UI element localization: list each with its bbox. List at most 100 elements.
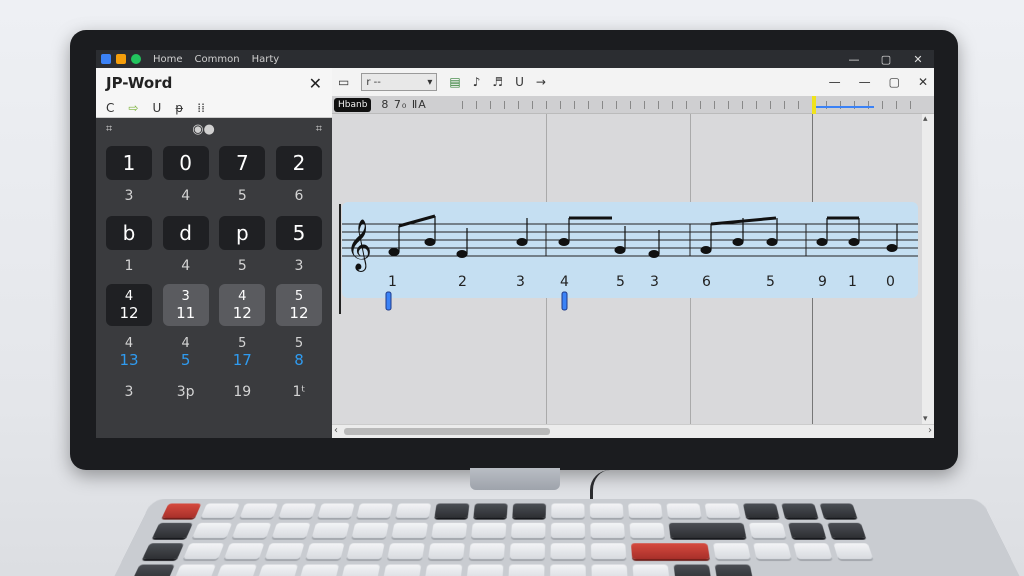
vertical-scrollbar[interactable]: ▴ ▾ (922, 114, 934, 424)
close-button[interactable]: ✕ (902, 53, 934, 66)
forward-icon[interactable]: ⇨ (128, 101, 138, 115)
pad-button[interactable]: p (219, 216, 266, 250)
fraction-top: 4 (124, 336, 134, 351)
cursor-marker[interactable] (385, 291, 392, 311)
key (305, 543, 345, 560)
key (356, 503, 393, 518)
toggle-icon[interactable]: ◉● (192, 122, 215, 137)
fraction-button-row: 4 12 3 11 4 12 5 12 (104, 284, 324, 326)
cursor-marker[interactable] (561, 291, 568, 311)
grid-icon[interactable]: ⁞⁞ (197, 101, 205, 115)
editor-close-button[interactable]: ✕ (918, 75, 928, 89)
panel-close-button[interactable]: ✕ (309, 74, 322, 93)
key (629, 522, 665, 539)
menu-home[interactable]: Home (153, 54, 183, 65)
pad-button[interactable]: 2 (275, 146, 322, 180)
fraction-label: 4 13 (106, 336, 152, 368)
key (257, 564, 299, 576)
scroll-thumb[interactable] (344, 428, 550, 435)
key (192, 522, 233, 539)
pad-label: 19 (233, 384, 252, 400)
key (668, 522, 747, 539)
keyboard (110, 498, 1024, 576)
pad-button[interactable]: d (162, 216, 209, 250)
key (551, 503, 585, 518)
pad-button[interactable]: 0 (162, 146, 209, 180)
fraction-label: 4 5 (163, 336, 209, 368)
staff-number: 5 (616, 274, 625, 290)
key (424, 564, 463, 576)
scroll-up-icon[interactable]: ▴ (923, 114, 928, 124)
staff-number: 1 (848, 274, 857, 290)
key (278, 503, 317, 518)
fraction-label-row: 4 13 4 5 5 17 5 8 (104, 336, 324, 368)
key (200, 503, 240, 518)
keyboard-row (161, 503, 858, 518)
pad-label: 4 (181, 258, 191, 274)
fraction-button[interactable]: 4 12 (106, 284, 152, 326)
fraction-button[interactable]: 4 12 (219, 284, 266, 326)
key (317, 503, 355, 518)
fraction-label: 5 17 (219, 336, 265, 368)
key (215, 564, 258, 576)
back-icon[interactable]: C (106, 101, 114, 115)
expand-icon[interactable]: ⌗ (316, 122, 322, 136)
staff-number: 3 (650, 274, 659, 290)
score-canvas[interactable]: 𝄞 1 2 3 4 5 3 6 5 9 1 0 (332, 114, 922, 424)
pad-label: 3 (124, 384, 134, 400)
staff-number: 1 (388, 274, 397, 290)
editor-window-controls: — — ▢ ✕ (829, 75, 928, 89)
minimize-button[interactable]: — (838, 53, 870, 66)
key (666, 503, 702, 518)
arrow-right-icon[interactable]: → (536, 75, 546, 89)
app-logo-icon[interactable] (131, 54, 141, 64)
collapse-icon[interactable]: ⌗ (106, 122, 112, 136)
note-icon[interactable]: ♪ (473, 75, 481, 89)
key (466, 564, 504, 576)
fraction-top: 5 (294, 336, 304, 351)
editor-collapse-button[interactable]: — (829, 75, 841, 89)
fraction-bottom: 17 (232, 351, 252, 369)
chevron-down-icon: ▾ (427, 76, 433, 88)
key (819, 503, 858, 518)
fraction-bottom: 12 (232, 304, 252, 322)
pad-label: 3 (124, 188, 134, 204)
escape-key (161, 503, 202, 518)
scroll-down-icon[interactable]: ▾ (923, 414, 928, 424)
layout-icon[interactable]: ▭ (338, 75, 349, 89)
horizontal-scrollbar[interactable]: ‹ › (332, 424, 934, 438)
underline-icon[interactable]: U (152, 101, 161, 115)
notes-icon[interactable]: ♬ (492, 75, 503, 89)
apps-icon[interactable] (116, 54, 126, 64)
title-bar: Home Common Harty — ▢ ✕ (96, 50, 934, 68)
track-tag[interactable]: Hbanb (334, 97, 372, 112)
pad-button[interactable]: 7 (219, 146, 266, 180)
table-icon[interactable]: ▤ (449, 75, 460, 89)
key (590, 543, 627, 560)
menu-common[interactable]: Common (195, 54, 240, 65)
format-icon[interactable]: ᵽ (175, 101, 183, 115)
key (628, 503, 663, 518)
style-dropdown[interactable]: r -- ▾ (361, 73, 438, 91)
key (833, 543, 874, 560)
key (508, 564, 545, 576)
editor-minimize-button[interactable]: — (859, 75, 871, 89)
editor-maximize-button[interactable]: ▢ (889, 75, 900, 89)
fraction-button[interactable]: 5 12 (275, 284, 322, 326)
scroll-left-icon[interactable]: ‹ (334, 425, 338, 436)
scroll-right-icon[interactable]: › (928, 425, 932, 436)
pad-button[interactable]: 5 (275, 216, 322, 250)
pad-button[interactable]: b (106, 216, 152, 250)
windows-icon[interactable] (101, 54, 111, 64)
timeline-ruler[interactable]: Hbanb 8 7₀ ⅡA (332, 96, 934, 114)
staff-number: 9 (818, 274, 827, 290)
fraction-top: 4 (238, 289, 247, 304)
tie-icon[interactable]: ᑌ (515, 75, 524, 89)
maximize-button[interactable]: ▢ (870, 53, 902, 66)
playhead-marker[interactable] (812, 96, 816, 114)
menu-harty[interactable]: Harty (252, 54, 280, 65)
key (589, 503, 624, 518)
pad-button[interactable]: 1 (106, 146, 152, 180)
pad-label: 3p (176, 384, 195, 400)
fraction-button[interactable]: 3 11 (162, 284, 209, 326)
